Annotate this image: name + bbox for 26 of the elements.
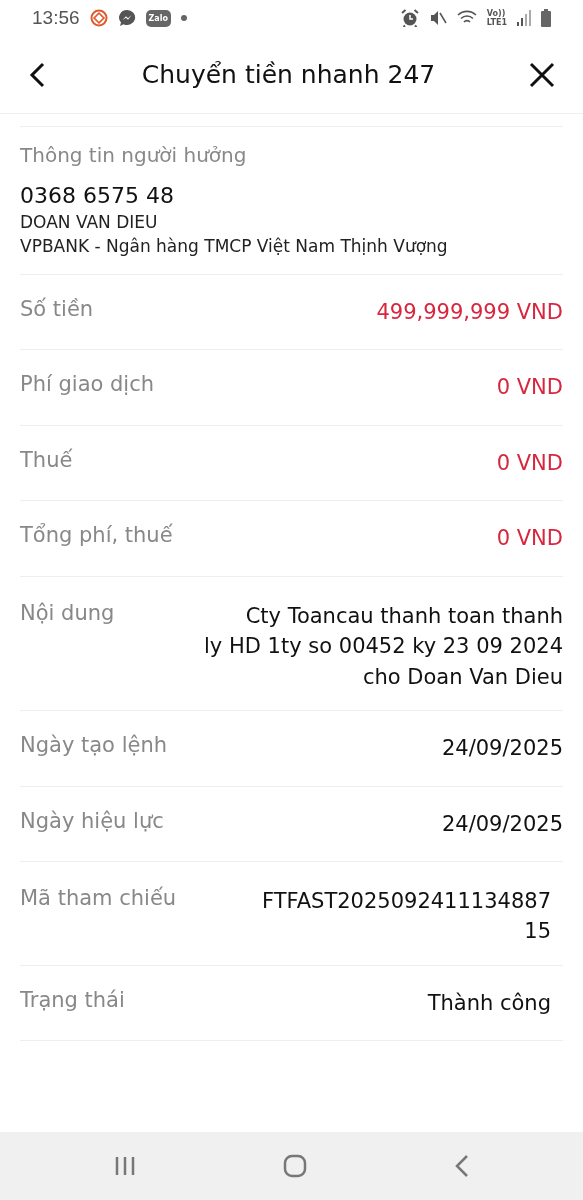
field-value: Thành công [427, 989, 552, 1017]
field-label: Thuế [20, 447, 73, 472]
field-label: Ngày tạo lệnh [20, 733, 167, 758]
field-label: Phí giao dịch [20, 372, 155, 397]
account-number: 0368 6575 48 [20, 183, 175, 208]
field-label: Trạng thái [20, 987, 125, 1012]
bank-name: VPBANK - Ngân hàng TMCP Việt Nam Thịnh Vượng [20, 236, 449, 256]
field-label: Tổng phí, thuế [20, 523, 173, 548]
field-value: FTFAST2025092411134887 15 [262, 887, 552, 946]
field-value: 24/09/2025 [441, 810, 563, 838]
field-value: Cty Toancau thanh toan thanh ly HD 1ty so 00452 ky 23 09 2024 cho Doan Van Dieu [204, 602, 563, 691]
network-label: Vo)) LTE1 [486, 9, 507, 27]
section-heading: Thông tin người hưởng [20, 143, 248, 167]
field-label: Nội dung [20, 600, 115, 625]
field-value: 0 VND [496, 525, 563, 553]
field-label: Ngày hiệu lực [20, 808, 164, 833]
recipient-name: DOAN VAN DIEU [20, 212, 159, 232]
status-time: 13:56 [32, 7, 80, 29]
field-label: Mã tham chiếu [20, 885, 177, 910]
field-value: 24/09/2025 [441, 735, 563, 763]
app-badge: Zalo [145, 9, 171, 27]
field-value: 0 VND [496, 449, 563, 477]
field-value: 0 VND [496, 374, 563, 402]
field-value: 499,999,999 VND [376, 299, 563, 326]
screen-title: Chuyển tiền nhanh 247 [141, 60, 436, 89]
field-label: Số tiền [20, 297, 94, 321]
